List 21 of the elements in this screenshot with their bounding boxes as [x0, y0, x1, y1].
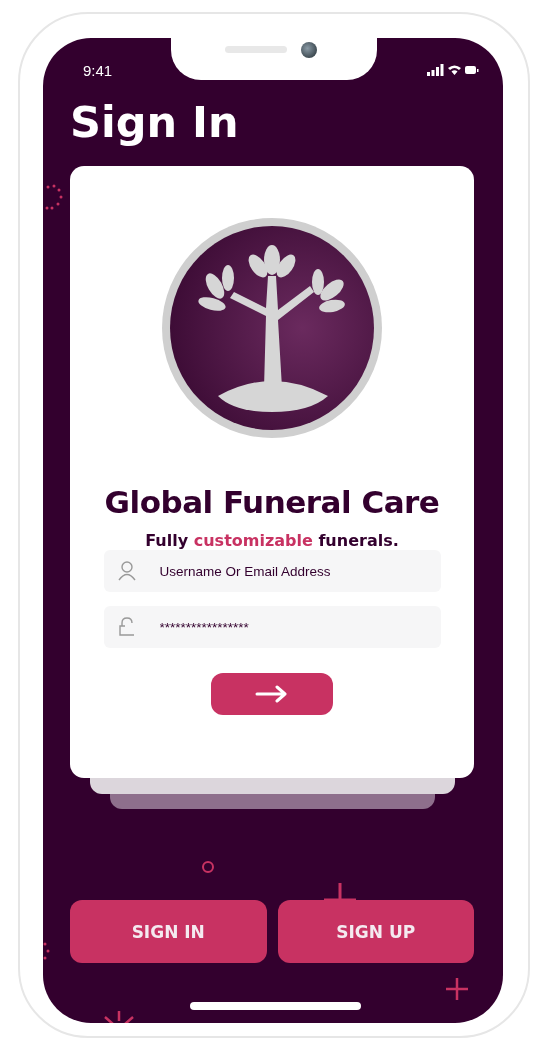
status-time: 9:41 — [83, 61, 113, 79]
status-icons — [427, 64, 479, 76]
camera-icon — [301, 42, 317, 58]
page-title: Sign In — [70, 96, 240, 149]
username-field[interactable]: Username Or Email Address — [103, 550, 441, 592]
sparkle-icon — [103, 1011, 135, 1023]
lock-icon — [117, 617, 136, 637]
tagline: Fully customizable funerals. — [145, 531, 399, 550]
plus-icon — [445, 977, 469, 1001]
password-field[interactable]: ***************** — [103, 606, 441, 648]
dots-icon — [43, 941, 51, 961]
arrow-right-icon — [255, 685, 289, 703]
submit-button[interactable] — [211, 673, 333, 715]
brand-name: Global Funeral Care — [104, 483, 440, 522]
plus-icon — [322, 883, 358, 903]
sign-up-button[interactable]: SIGN UP — [277, 900, 474, 963]
ring-icon — [201, 860, 215, 874]
user-icon — [117, 561, 136, 581]
sign-in-button[interactable]: SIGN IN — [70, 900, 267, 963]
tree-logo-icon — [160, 216, 384, 440]
dotted-circle-icon — [45, 184, 65, 212]
